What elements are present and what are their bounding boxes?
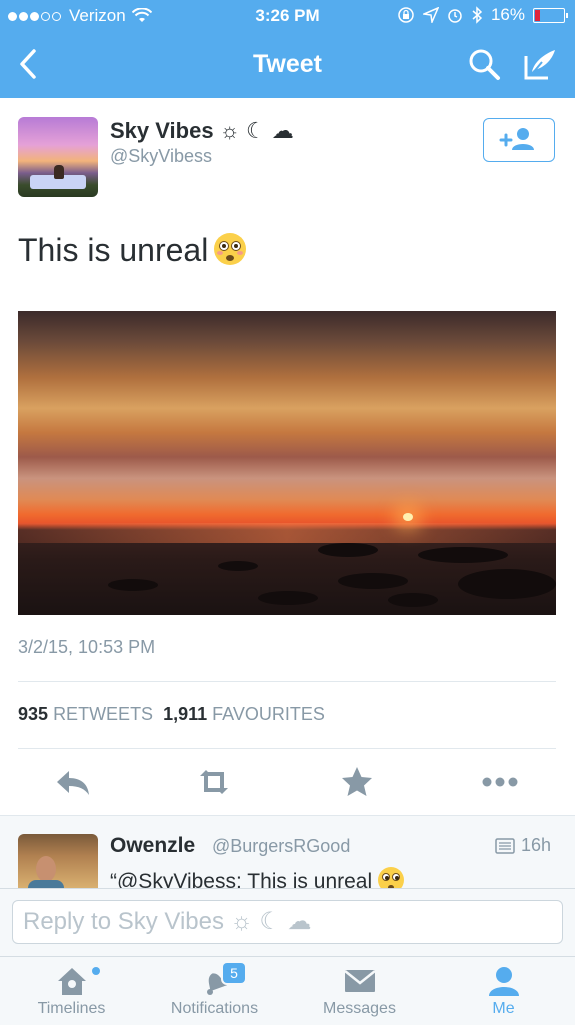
tab-label: Timelines <box>37 1000 106 1017</box>
new-tweets-dot <box>92 967 100 975</box>
reply-time: 16h <box>495 835 551 856</box>
more-icon[interactable] <box>478 762 522 802</box>
retweets-count[interactable]: 935 <box>18 704 48 724</box>
reply-author-name[interactable]: Owenzle <box>110 834 195 858</box>
tab-messages[interactable]: Messages <box>288 957 431 1025</box>
flushed-face-icon <box>378 867 405 888</box>
reply-icon[interactable] <box>51 762 95 802</box>
follow-button[interactable] <box>483 118 555 162</box>
tweet-stats: 935 RETWEETS 1,911 FAVOURITES <box>18 704 325 725</box>
retweets-label[interactable]: RETWEETS <box>53 704 153 724</box>
search-icon[interactable] <box>466 46 502 82</box>
alarm-icon <box>448 9 462 23</box>
lock-rotation-icon <box>398 7 414 23</box>
favourites-count[interactable]: 1,911 <box>163 704 207 724</box>
media-icon <box>495 837 515 854</box>
divider <box>18 748 556 749</box>
divider <box>18 681 556 682</box>
tweet-timestamp: 3/2/15, 10:53 PM <box>18 637 156 657</box>
bluetooth-icon <box>472 6 483 24</box>
top-bar: Verizon 3:26 PM 16% Tweet <box>0 0 575 98</box>
person-icon <box>488 967 519 996</box>
favourite-icon[interactable] <box>335 762 379 802</box>
tab-me[interactable]: Me <box>432 957 575 1025</box>
battery-icon <box>533 7 568 23</box>
tweet-text: This is unreal <box>18 232 247 269</box>
reply-avatar[interactable] <box>18 834 98 888</box>
tab-notifications[interactable]: 5 Notifications <box>143 957 286 1025</box>
reply-author-handle[interactable]: @BurgersRGood <box>212 836 350 857</box>
home-icon <box>57 968 86 995</box>
author-name[interactable]: Sky Vibes ☼ ☾ ☁ <box>110 118 294 144</box>
tab-label: Me <box>492 1000 515 1017</box>
follow-icon <box>499 127 534 150</box>
tweet-photo[interactable] <box>18 311 556 615</box>
reply-input[interactable] <box>13 901 562 943</box>
retweet-icon[interactable] <box>192 762 236 802</box>
nav-bar: Tweet <box>0 32 575 98</box>
favourites-label[interactable]: FAVOURITES <box>212 704 325 724</box>
status-right: 16% <box>397 5 568 25</box>
tab-label: Messages <box>323 1000 396 1017</box>
tab-bar: Timelines 5 Notifications Messages Me <box>0 956 575 1025</box>
location-icon <box>422 7 439 23</box>
notifications-badge: 5 <box>223 963 245 983</box>
author-handle[interactable]: @SkyVibess <box>110 146 212 167</box>
tweet-text-content: This is unreal <box>18 232 209 268</box>
compose-icon[interactable] <box>522 46 558 82</box>
author-avatar[interactable] <box>18 117 98 197</box>
reply-text-content: “@SkyVibess: This is unreal <box>110 870 373 888</box>
tab-timelines[interactable]: Timelines <box>0 957 143 1025</box>
reply-time-text: 16h <box>521 835 552 855</box>
status-bar: Verizon 3:26 PM 16% <box>0 0 575 32</box>
flushed-face-icon <box>214 233 247 265</box>
reply-input-box[interactable] <box>12 900 563 944</box>
envelope-icon <box>343 970 376 992</box>
battery-percent: 16% <box>490 5 525 24</box>
tab-label: Notifications <box>170 1000 259 1017</box>
reply-text: “@SkyVibess: This is unreal <box>110 867 405 888</box>
